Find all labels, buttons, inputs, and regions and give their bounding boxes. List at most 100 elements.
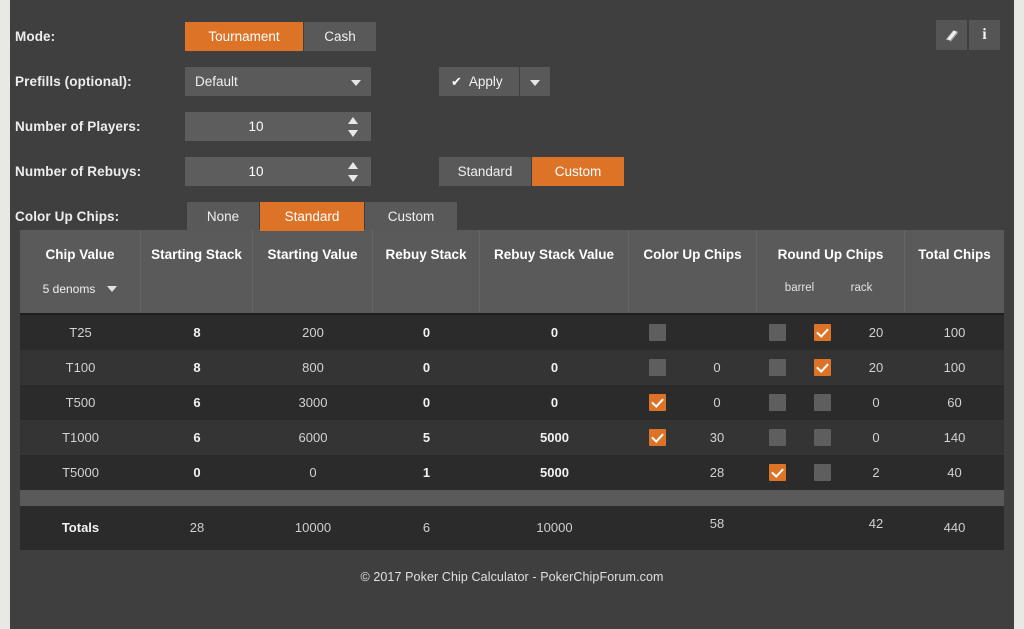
label-colorup: Color Up Chips: xyxy=(15,209,120,224)
round-up-rack-checkbox[interactable] xyxy=(813,324,831,341)
cell-total-chips: 140 xyxy=(943,430,966,445)
color-up-value: 28 xyxy=(709,465,725,480)
cell-rebuy-stack-value: 5000 xyxy=(540,430,569,445)
totals-starting-value: 10000 xyxy=(294,520,332,535)
cell-rebuy-stack-value: 0 xyxy=(550,395,559,410)
cell-chip-value: T5000 xyxy=(62,465,99,480)
apply-dropdown-button[interactable] xyxy=(519,67,550,96)
denoms-selected-value: 5 denoms xyxy=(42,282,96,296)
totals-color-up-value: 58 xyxy=(709,516,725,531)
round-up-barrel-checkbox[interactable] xyxy=(768,394,786,411)
table-row: T5000 0 0 1 5000 28 2 40 xyxy=(20,455,1004,490)
players-stepper[interactable]: 10 xyxy=(185,112,371,141)
cell-starting-value: 200 xyxy=(302,325,324,340)
cell-round-up: 0 xyxy=(757,385,905,420)
color-up-checkbox[interactable] xyxy=(648,429,666,446)
cell-total-chips: 40 xyxy=(947,465,962,480)
denoms-select[interactable]: 5 denoms xyxy=(20,282,140,296)
round-up-barrel-checkbox[interactable] xyxy=(768,359,786,376)
cell-color-up: 0 xyxy=(629,350,757,385)
color-up-checkbox[interactable] xyxy=(648,359,666,376)
totals-round-up: 42 xyxy=(757,506,905,550)
rebuys-standard-button[interactable]: Standard xyxy=(439,157,531,186)
prefills-select[interactable]: Default xyxy=(185,67,371,96)
footer-copyright: © 2017 Poker Chip Calculator - PokerChip… xyxy=(360,570,664,584)
rebuys-spin-arrows[interactable] xyxy=(348,162,359,182)
cell-starting-stack: 8 xyxy=(193,325,201,340)
color-up-checkbox[interactable] xyxy=(648,394,666,411)
mode-cash-button[interactable]: Cash xyxy=(304,22,376,51)
cell-chip-value: T25 xyxy=(69,325,92,340)
column-header-rebuy-stack-value: Rebuy Stack Value xyxy=(480,230,629,313)
settings-form: i Mode: Tournament Cash Prefills (option… xyxy=(10,0,1014,231)
round-up-barrel-checkbox[interactable] xyxy=(768,324,786,341)
colorup-standard-button[interactable]: Standard xyxy=(260,202,364,231)
prefills-selected-value: Default xyxy=(195,74,238,89)
column-header-starting-value: Starting Value xyxy=(253,230,373,313)
mode-tournament-button[interactable]: Tournament xyxy=(185,22,303,51)
cell-round-up: 0 xyxy=(757,420,905,455)
chevron-up-icon[interactable] xyxy=(348,162,358,169)
toolbar-icons: i xyxy=(934,20,1000,50)
round-up-rack-checkbox[interactable] xyxy=(813,359,831,376)
info-button[interactable]: i xyxy=(969,20,1000,50)
chevron-down-icon[interactable] xyxy=(348,130,358,137)
row-players: Number of Players: 10 xyxy=(10,104,1014,149)
column-header-chip-value-label: Chip Value xyxy=(45,247,115,262)
cell-round-up: 2 xyxy=(757,455,905,490)
column-header-rebuy-stack: Rebuy Stack xyxy=(373,230,480,313)
players-input[interactable]: 10 xyxy=(185,112,327,141)
table-spacer xyxy=(20,490,1004,506)
cell-round-up: 20 xyxy=(757,315,905,350)
chevron-down-icon[interactable] xyxy=(348,175,358,182)
chevron-up-icon[interactable] xyxy=(348,117,358,124)
cell-starting-stack: 6 xyxy=(193,430,201,445)
table-totals-row: Totals 28 10000 6 10000 58 42 440 xyxy=(20,506,1004,550)
rebuys-custom-button[interactable]: Custom xyxy=(532,157,624,186)
round-up-rack-checkbox[interactable] xyxy=(813,394,831,411)
cell-chip-value: T1000 xyxy=(62,430,99,445)
colorup-none-button[interactable]: None xyxy=(187,202,259,231)
subheader-rack: rack xyxy=(850,282,873,294)
cell-starting-stack: 0 xyxy=(193,465,201,480)
totals-total-chips: 440 xyxy=(943,520,966,535)
round-up-rack-checkbox[interactable] xyxy=(813,429,831,446)
rebuys-stepper[interactable]: 10 xyxy=(185,157,371,186)
apply-button-group: ✔ Apply xyxy=(439,67,550,96)
round-up-barrel-checkbox[interactable] xyxy=(768,464,786,481)
cell-chip-value: T500 xyxy=(65,395,96,410)
round-up-value: 20 xyxy=(868,325,884,340)
column-header-round-up-chips-label: Round Up Chips xyxy=(777,247,884,262)
cell-rebuy-stack: 1 xyxy=(422,465,431,480)
colorup-custom-button[interactable]: Custom xyxy=(365,202,457,231)
color-up-value: 0 xyxy=(713,395,721,410)
column-header-total-chips: Total Chips xyxy=(918,247,991,262)
round-up-value: 0 xyxy=(872,430,880,445)
cell-rebuy-stack: 5 xyxy=(422,430,431,445)
cell-rebuy-stack: 0 xyxy=(422,395,431,410)
color-up-checkbox[interactable] xyxy=(648,324,666,341)
apply-button-label: Apply xyxy=(468,74,503,89)
round-up-rack-checkbox[interactable] xyxy=(813,464,831,481)
cell-starting-value: 6000 xyxy=(298,430,328,445)
round-up-barrel-checkbox[interactable] xyxy=(768,429,786,446)
column-header-starting-stack: Starting Stack xyxy=(141,230,253,313)
cell-rebuy-stack-value: 0 xyxy=(550,360,559,375)
chip-table: Chip Value 5 denoms Starting Stack Start… xyxy=(20,230,1004,550)
colorup-toggle-group: None Standard Custom xyxy=(187,202,457,231)
rebuys-input[interactable]: 10 xyxy=(185,157,327,186)
column-header-color-up-chips: Color Up Chips xyxy=(629,230,757,313)
column-header-round-up-chips: Round Up Chips barrel rack xyxy=(757,230,905,313)
label-rebuys: Number of Rebuys: xyxy=(15,164,142,179)
cell-color-up: 28 xyxy=(629,455,757,490)
column-header-chip-value: Chip Value 5 denoms xyxy=(20,230,141,313)
label-mode: Mode: xyxy=(15,29,56,44)
table-row: T100 8 800 0 0 0 20 100 xyxy=(20,350,1004,385)
cell-starting-stack: 6 xyxy=(193,395,201,410)
rebuys-toggle-group: Standard Custom xyxy=(439,157,624,186)
table-header-row: Chip Value 5 denoms Starting Stack Start… xyxy=(20,230,1004,315)
apply-button[interactable]: ✔ Apply xyxy=(439,67,519,96)
manual-button[interactable] xyxy=(936,20,967,50)
players-spin-arrows[interactable] xyxy=(348,117,359,137)
cell-color-up: 30 xyxy=(629,420,757,455)
